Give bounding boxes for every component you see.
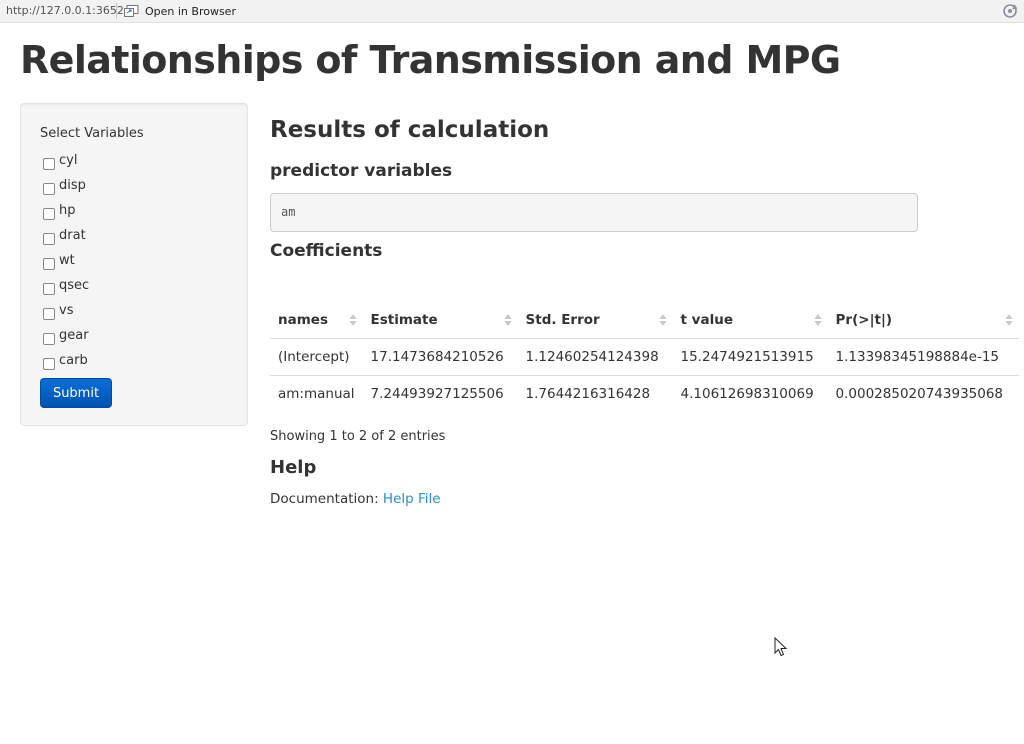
checkbox-box[interactable] [43,258,55,270]
documentation-line: Documentation: Help File [270,491,441,507]
table-cell: (Intercept) [270,338,363,376]
checkbox-qsec[interactable]: qsec [43,278,89,298]
checkbox-box[interactable] [43,208,55,220]
checkbox-label: carb [59,353,88,368]
column-header-names[interactable]: names [270,302,363,339]
checkbox-drat[interactable]: drat [43,228,86,248]
table-cell: 4.10612698310069 [680,385,814,402]
refresh-icon[interactable] [1002,3,1018,19]
checkbox-label: qsec [59,278,90,293]
checkbox-box[interactable] [43,233,55,245]
checkbox-label: gear [59,328,89,343]
checkbox-wt[interactable]: wt [43,253,75,273]
checkbox-hp[interactable]: hp [43,203,76,223]
table-cell: 1.7644216316428 [525,385,651,402]
help-heading: Help [270,457,317,478]
table-cell: 1.13398345198884e-15 [827,338,1019,376]
table-cell: 1.12460254124398 [517,338,673,376]
page-title: Relationships of Transmission and MPG [20,38,841,82]
table-cell: 17.1473684210526 [362,338,518,376]
checkbox-box[interactable] [43,158,55,170]
table-info: Showing 1 to 2 of 2 entries [270,429,446,444]
checkbox-vs[interactable]: vs [43,303,73,323]
checkbox-label: vs [59,303,74,318]
open-in-browser-label: Open in Browser [145,4,236,18]
documentation-label: Documentation: [270,491,379,507]
sort-icon [1005,314,1013,326]
help-file-link[interactable]: Help File [383,491,441,507]
sort-icon [659,314,667,326]
address-bar: http://127.0.0.1:3652 Open in Browser [0,0,1024,23]
select-variables-label: Select Variables [40,126,144,141]
checkbox-box[interactable] [43,333,55,345]
column-header-label: Pr(>|t|) [835,311,893,328]
checkbox-box[interactable] [43,283,55,295]
checkbox-box[interactable] [43,308,55,320]
checkbox-box[interactable] [43,358,55,370]
column-header-label: t value [680,311,733,328]
sidebar-panel: Select Variables cyl disp hp drat wt qse… [20,103,248,426]
predictor-heading: predictor variables [270,161,453,181]
coefficients-heading: Coefficients [270,241,383,261]
checkbox-label: cyl [59,153,78,168]
column-header-p-value[interactable]: Pr(>|t|) [827,302,1019,339]
column-header-label: Std. Error [525,311,600,328]
sort-icon [504,314,512,326]
checkbox-label: wt [59,253,75,268]
checkbox-cyl[interactable]: cyl [43,153,77,173]
table-cell: am:manual [278,385,355,402]
coefficients-table: names Estimate Std. Error t value Pr(>|t… [270,302,1019,412]
open-in-browser-button[interactable]: Open in Browser [124,3,236,19]
checkbox-label: hp [59,203,76,218]
column-header-std-error[interactable]: Std. Error [517,302,673,339]
table-row: (Intercept) 17.1473684210526 1.124602541… [270,338,1019,376]
predictor-output: am [270,193,918,232]
url-text[interactable]: http://127.0.0.1:3652 [6,4,124,17]
checkbox-carb[interactable]: carb [43,353,88,373]
sort-icon [349,314,357,326]
checkbox-disp[interactable]: disp [43,178,86,198]
sort-icon [814,314,822,326]
table-header-row: names Estimate Std. Error t value Pr(>|t… [270,302,1019,339]
column-header-t-value[interactable]: t value [672,302,828,339]
submit-button[interactable]: Submit [40,378,112,408]
column-header-estimate[interactable]: Estimate [362,302,518,339]
table-row: am:manual 7.24493927125506 1.76442163164… [270,375,1019,412]
column-header-label: Estimate [370,311,438,328]
table-cell: 15.2474921513915 [672,338,828,376]
column-header-label: names [278,311,328,328]
toolbar-divider [116,3,117,19]
results-heading: Results of calculation [270,117,550,143]
mouse-cursor-icon [774,637,788,657]
checkbox-gear[interactable]: gear [43,328,89,348]
checkbox-label: disp [59,178,86,193]
checkbox-label: drat [59,228,86,243]
open-window-icon [124,5,139,17]
table-cell: 7.24493927125506 [370,385,504,402]
table-cell: 0.000285020743935068 [835,385,1004,402]
checkbox-box[interactable] [43,183,55,195]
